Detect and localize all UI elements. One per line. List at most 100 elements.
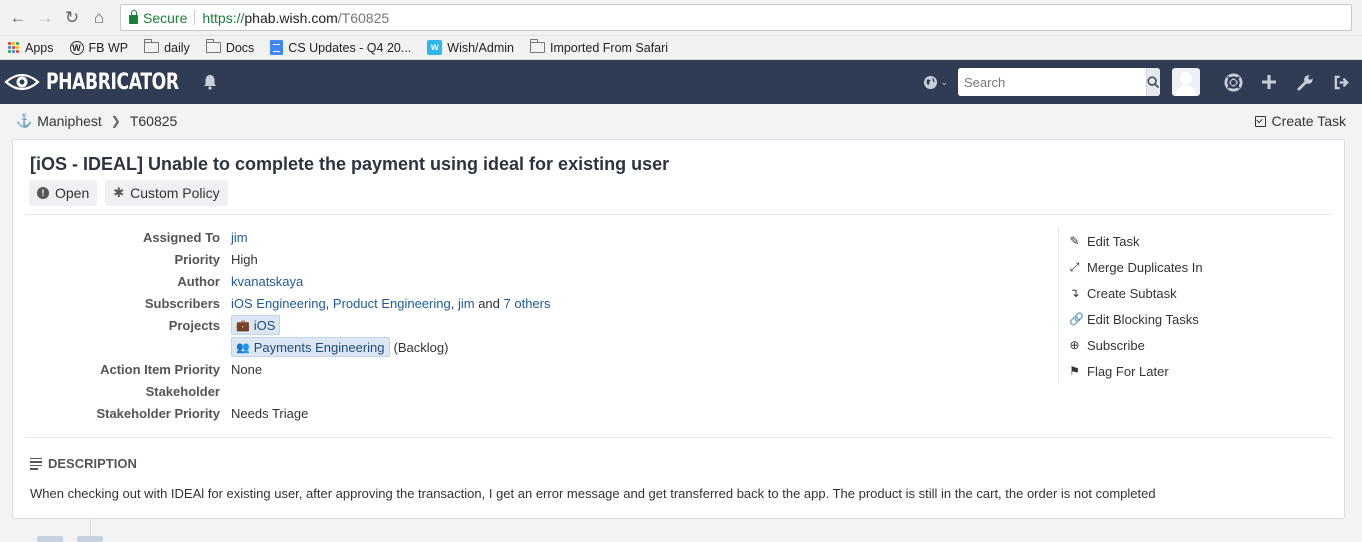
bookmark-label: daily xyxy=(164,40,190,55)
crumb-label: Maniphest xyxy=(37,113,102,129)
subscriber-link[interactable]: jim xyxy=(458,296,475,311)
status-label: Open xyxy=(55,185,90,201)
search-input[interactable] xyxy=(958,68,1146,96)
action-edit-blocking-tasks[interactable]: 🔗 Edit Blocking Tasks xyxy=(1069,306,1258,332)
search-button[interactable] xyxy=(1146,68,1160,96)
users-icon: 👥 xyxy=(236,341,250,354)
bookmark-label: Apps xyxy=(25,40,54,55)
forward-arrow-icon[interactable]: → xyxy=(33,6,57,30)
secure-indicator[interactable]: Secure xyxy=(129,9,187,26)
lock-icon xyxy=(129,9,138,24)
compress-icon: ⤢ xyxy=(1069,259,1080,274)
action-edit-task[interactable]: ✎ Edit Task xyxy=(1069,228,1258,254)
action-label: Edit Task xyxy=(1087,233,1140,249)
property-row: Author kvanatskaya xyxy=(25,270,551,292)
link-icon: 🔗 xyxy=(1069,312,1084,326)
action-subscribe[interactable]: ⊕ Subscribe xyxy=(1069,332,1258,358)
google-docs-icon xyxy=(270,40,284,55)
url-separator xyxy=(194,10,196,25)
property-label: Assigned To xyxy=(142,229,220,245)
url-scheme: https:// xyxy=(202,9,245,26)
author-link[interactable]: kvanatskaya xyxy=(231,274,303,289)
folder-icon xyxy=(529,39,545,53)
briefcase-icon: 💼 xyxy=(236,319,250,332)
phabricator-logo[interactable]: PHABRICATOR xyxy=(4,70,192,95)
crumb-maniphest[interactable]: ⚓ Maniphest xyxy=(16,113,102,129)
bookmark-imported-from-safari[interactable]: Imported From Safari xyxy=(529,39,669,55)
property-label: Priority xyxy=(174,251,220,267)
project-name: Payments Engineering xyxy=(253,339,385,355)
status-badge: ! Open xyxy=(29,180,98,206)
bookmark-wish-admin[interactable]: w Wish/Admin xyxy=(427,40,514,55)
property-label: Subscribers xyxy=(144,295,220,311)
property-row: Projects 💼 iOS xyxy=(25,314,551,336)
logout-icon[interactable] xyxy=(1328,69,1354,95)
plus-icon[interactable] xyxy=(1256,69,1282,95)
policy-label: Custom Policy xyxy=(130,185,220,201)
task-properties: Assigned To jim Priority High Author kva… xyxy=(25,226,551,424)
action-flag-for-later[interactable]: ⚑ Flag For Later xyxy=(1069,358,1258,384)
home-icon[interactable]: ⌂ xyxy=(87,6,111,30)
stakeholder-priority-value: Needs Triage xyxy=(231,405,309,421)
project-tag-payments-engineering[interactable]: 👥 Payments Engineering xyxy=(231,337,390,357)
eye-logo-icon xyxy=(4,73,40,91)
help-lifebuoy-icon[interactable] xyxy=(1220,69,1246,95)
property-row: Priority High xyxy=(25,248,551,270)
calendar-check-icon xyxy=(1254,115,1266,127)
priority-value: High xyxy=(231,251,258,267)
property-label: Action Item Priority xyxy=(100,361,220,377)
url-path: /T60825 xyxy=(337,9,390,26)
phabricator-header: PHABRICATOR ⌄ xyxy=(0,60,1362,104)
property-row: Stakeholder xyxy=(25,380,551,402)
bookmark-daily[interactable]: daily xyxy=(144,39,190,55)
action-merge-duplicates[interactable]: ⤢ Merge Duplicates In xyxy=(1069,254,1258,280)
divider xyxy=(25,437,1332,438)
bookmark-label: Imported From Safari xyxy=(549,40,669,55)
bookmark-label: CS Updates - Q4 20... xyxy=(288,40,412,55)
reload-icon[interactable]: ↻ xyxy=(60,6,84,30)
chevron-right-icon: ❯ xyxy=(110,114,121,128)
browser-toolbar: ← → ↻ ⌂ Secure https://phab.wish.com/T60… xyxy=(0,0,1362,36)
subscribers-and: and xyxy=(478,295,500,311)
bookmark-apps[interactable]: Apps xyxy=(8,41,54,55)
create-task-button[interactable]: Create Task xyxy=(1254,113,1346,129)
policy-badge[interactable]: ✱ Custom Policy xyxy=(105,180,228,206)
bookmark-cs-updates[interactable]: CS Updates - Q4 20... xyxy=(270,40,411,55)
bell-icon[interactable] xyxy=(202,74,218,90)
bookmark-docs[interactable]: Docs xyxy=(205,39,254,55)
gear-icon: ✱ xyxy=(113,185,125,200)
wordpress-icon: W xyxy=(69,40,84,55)
pencil-icon: ✎ xyxy=(1069,234,1080,248)
description-header: DESCRIPTION xyxy=(30,456,137,471)
bookmark-fb-wp[interactable]: W FB WP xyxy=(69,40,129,55)
apps-grid-icon xyxy=(8,41,20,54)
globe-menu[interactable]: ⌄ xyxy=(923,75,948,90)
subscriber-link[interactable]: iOS Engineering xyxy=(231,296,326,311)
action-list: ✎ Edit Task ⤢ Merge Duplicates In ↴ Crea… xyxy=(1058,228,1258,384)
folder-icon xyxy=(205,39,221,53)
timeline-avatar xyxy=(77,536,103,542)
task-header-tags: ! Open ✱ Custom Policy xyxy=(29,180,228,206)
folder-icon xyxy=(144,39,160,53)
wrench-icon[interactable] xyxy=(1292,69,1318,95)
globe-icon xyxy=(924,75,938,89)
crumb-label: T60825 xyxy=(129,113,178,129)
subscriber-link[interactable]: Product Engineering xyxy=(333,296,451,311)
subscribers-more-link[interactable]: 7 others xyxy=(504,296,551,311)
property-row: Subscribers iOS Engineering, Product Eng… xyxy=(25,292,551,314)
action-label: Flag For Later xyxy=(1087,363,1169,379)
description-heading: DESCRIPTION xyxy=(48,456,137,471)
action-create-subtask[interactable]: ↴ Create Subtask xyxy=(1069,280,1258,306)
assigned-to-link[interactable]: jim xyxy=(231,230,248,245)
user-avatar[interactable] xyxy=(1172,68,1200,96)
crumb-task-id[interactable]: T60825 xyxy=(130,113,177,129)
plus-circle-icon: ⊕ xyxy=(1069,338,1080,352)
address-bar[interactable]: Secure https://phab.wish.com/T60825 xyxy=(120,4,1352,31)
task-card: [iOS - IDEAL] Unable to complete the pay… xyxy=(12,139,1345,519)
back-arrow-icon[interactable]: ← xyxy=(6,6,30,30)
level-down-icon: ↴ xyxy=(1069,286,1080,300)
property-label: Stakeholder Priority xyxy=(96,405,220,421)
project-tag-ios[interactable]: 💼 iOS xyxy=(231,315,281,335)
url-host: phab.wish.com xyxy=(244,9,338,26)
bookmark-label: FB WP xyxy=(88,40,129,55)
